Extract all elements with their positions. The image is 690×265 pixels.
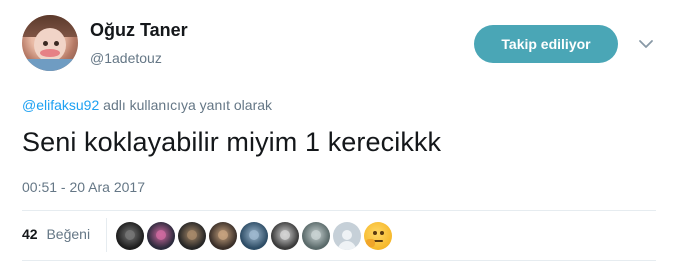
avatar-photo-detail [249, 230, 259, 240]
likes-label: Beğeni [46, 226, 91, 242]
divider [22, 260, 656, 261]
following-button[interactable]: Takip ediliyor [474, 25, 618, 63]
emoji-part [373, 231, 377, 235]
likes-stat[interactable]: 42 Beğeni [22, 226, 90, 242]
liker-avatars [116, 222, 392, 250]
avatar-eye [43, 41, 48, 46]
author-username[interactable]: @1adetouz [90, 50, 162, 66]
reply-mention-link[interactable]: @elifaksu92 [22, 97, 99, 113]
author-display-name[interactable]: Oğuz Taner [90, 20, 188, 41]
author-avatar[interactable] [22, 15, 78, 71]
likes-count: 42 [22, 226, 38, 242]
reply-context: @elifaksu92 adlı kullanıcıya yanıt olara… [22, 97, 272, 113]
divider [22, 210, 656, 211]
avatar-photo-detail [156, 230, 166, 240]
liker-avatar[interactable] [209, 222, 237, 250]
liker-avatar[interactable] [116, 222, 144, 250]
default-avatar-body [338, 241, 356, 250]
avatar-photo-detail [125, 230, 135, 240]
avatar-photo-detail [187, 230, 197, 240]
liker-avatar-thinking-emoji[interactable] [364, 222, 392, 250]
avatar-eye [54, 41, 59, 46]
tweet-card: Oğuz Taner @1adetouz Takip ediliyor @eli… [0, 0, 690, 265]
tweet-text: Seni koklayabilir miyim 1 kerecikkk [22, 127, 442, 157]
avatar-photo-detail [311, 230, 321, 240]
reply-context-text: adlı kullanıcıya yanıt olarak [103, 97, 273, 113]
avatar-shirt [22, 59, 78, 71]
likes-separator [106, 218, 107, 252]
liker-avatar[interactable] [147, 222, 175, 250]
default-avatar-head [342, 230, 352, 240]
avatar-photo-detail [218, 230, 228, 240]
avatar-photo-detail [280, 230, 290, 240]
avatar-cheek [40, 49, 60, 57]
emoji-part [380, 231, 384, 235]
liker-avatar[interactable] [302, 222, 330, 250]
emoji-part [366, 239, 375, 247]
liker-avatar[interactable] [271, 222, 299, 250]
liker-avatar[interactable] [240, 222, 268, 250]
tweet-timestamp[interactable]: 00:51 - 20 Ara 2017 [22, 179, 145, 195]
chevron-down-icon[interactable] [636, 34, 656, 54]
liker-avatar[interactable] [178, 222, 206, 250]
liker-avatar[interactable] [333, 222, 361, 250]
